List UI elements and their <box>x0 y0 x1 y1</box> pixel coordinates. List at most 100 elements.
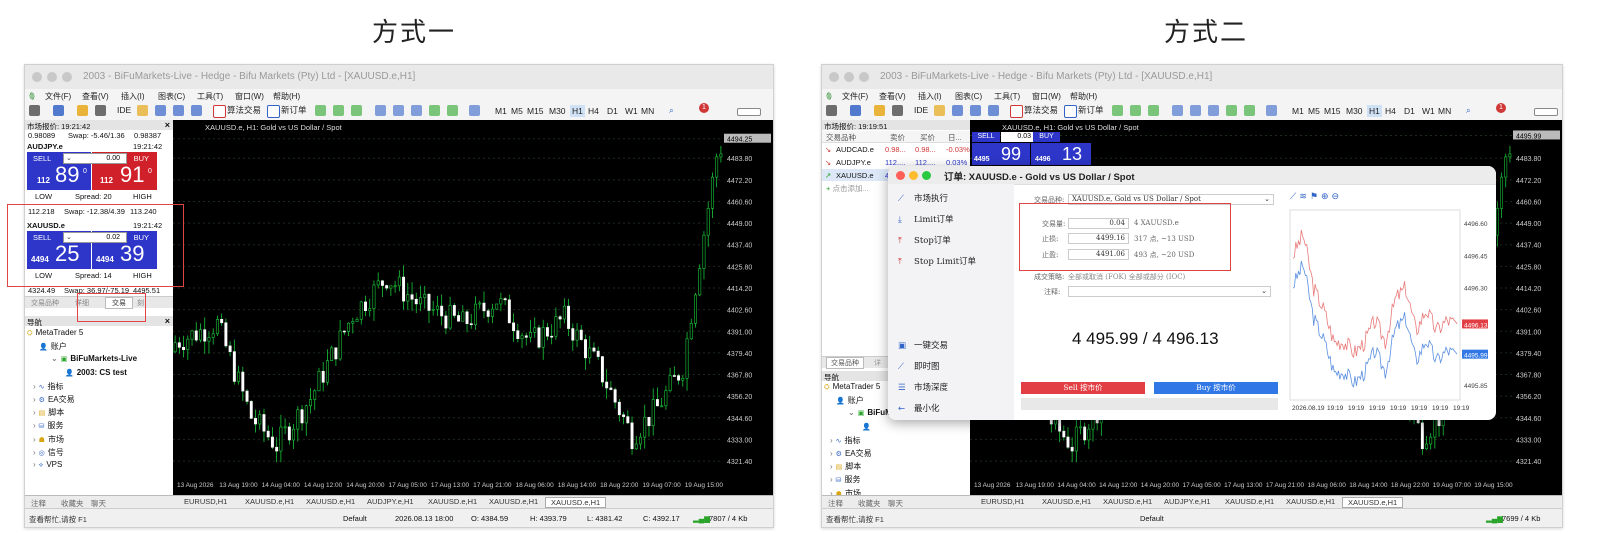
chart-tab[interactable]: XAUUSD.e,H1 <box>1342 497 1404 508</box>
navigator-item[interactable]: › ∿ 指标 <box>33 381 64 392</box>
timeframe-m30[interactable]: M30 <box>547 105 568 117</box>
timeframe-m1[interactable]: M1 <box>1290 105 1306 117</box>
menu-item[interactable]: 插入(I) <box>918 91 942 102</box>
order-type-limit[interactable]: ⤓ Limit订单 <box>898 213 954 225</box>
close-icon[interactable]: × <box>165 120 170 130</box>
column-daily-change[interactable]: 日... <box>948 132 962 143</box>
navigator-item[interactable]: › ⛁ 服务 <box>33 420 64 431</box>
template-icon[interactable] <box>850 105 861 116</box>
new-order-icon[interactable] <box>1064 105 1077 118</box>
column-ask[interactable]: 买价 <box>920 132 935 143</box>
algo-trading-button[interactable]: 算法交易 <box>1024 104 1058 117</box>
navigator-item[interactable]: › ▤ 脚本 <box>830 461 861 472</box>
timeframe-mn[interactable]: MN <box>1436 105 1453 117</box>
order-type-stop[interactable]: ⤒ Stop订单 <box>898 234 951 246</box>
lot-input[interactable]: ⌄ 0.00 <box>63 153 127 164</box>
timeframe-d1[interactable]: D1 <box>1402 105 1417 117</box>
fill-policy-select[interactable]: 全部或取消 (FOK) 全部或部分 (IOC) <box>1068 272 1185 282</box>
timeframe-h4[interactable]: H4 <box>586 105 601 117</box>
gold-icon[interactable] <box>874 105 885 116</box>
notification-badge[interactable]: 1 <box>699 103 709 113</box>
chart-type-icon[interactable] <box>826 105 837 116</box>
screenshot-icon[interactable] <box>1266 105 1277 116</box>
lot-input[interactable]: 0.03 <box>1001 132 1033 142</box>
timeframe-w1[interactable]: W1 <box>1420 105 1437 117</box>
market-watch-row[interactable]: ↘ AUDCAD.e 0.98... 0.98... -0.03% <box>822 143 970 155</box>
nav-icon[interactable] <box>952 105 963 116</box>
grid-icon[interactable] <box>1208 105 1219 116</box>
chart-tab[interactable]: XAUUSD.e,H1 <box>423 497 482 506</box>
tools-icon[interactable] <box>892 105 903 116</box>
menu-item[interactable]: 插入(I) <box>121 91 145 102</box>
timeframe-w1[interactable]: W1 <box>623 105 640 117</box>
timeframe-m5[interactable]: M5 <box>509 105 525 117</box>
bars-icon[interactable] <box>333 105 344 116</box>
chart-tab[interactable]: XAUUSD.e,H1 <box>484 497 543 506</box>
navigator-item[interactable]: ⌄ ▣ BiFuMarkets-Live <box>51 354 137 363</box>
menu-item[interactable]: 图表(C) <box>955 91 982 102</box>
autoscroll-icon[interactable] <box>429 105 440 116</box>
navigator-item[interactable]: 👤 账户 <box>836 395 864 406</box>
zoom-out-icon[interactable] <box>393 105 404 116</box>
sell-quote[interactable]: 4495 99 <box>972 143 1030 165</box>
bid-ask-icon[interactable]: ≋ <box>1299 191 1310 201</box>
zoom-out-icon[interactable]: ⊖ <box>1331 191 1342 201</box>
window-icon[interactable] <box>970 105 981 116</box>
buy-market-button[interactable]: Buy 按市价 <box>1154 382 1278 394</box>
tick-chart-item[interactable]: ⟋ 即时图 <box>898 360 940 372</box>
chart-tab[interactable]: XAUUSD.e,H1 <box>1281 497 1340 506</box>
navigator-item[interactable]: › ∿ 指标 <box>830 435 861 446</box>
price-chart[interactable]: 4494.25 4483.80 4472.20 4460.60 4449.00 4437.… <box>173 120 773 495</box>
menu-item[interactable]: 窗口(W) <box>1032 91 1061 102</box>
menu-item[interactable]: 工具(T) <box>197 91 223 102</box>
ea-icon[interactable] <box>191 105 202 116</box>
zoom-dialog-button[interactable] <box>922 171 931 180</box>
close-dialog-button[interactable] <box>896 171 905 180</box>
timeframe-m15[interactable]: M15 <box>525 105 546 117</box>
template-icon[interactable] <box>53 105 64 116</box>
timeframe-h4[interactable]: H4 <box>1383 105 1398 117</box>
search-icon[interactable]: ⌕ <box>669 104 674 117</box>
candles-icon[interactable] <box>1148 105 1159 116</box>
minimize-window-button[interactable] <box>47 72 57 82</box>
navigator-item[interactable]: ›☗市场 <box>33 434 64 445</box>
market-depth-item[interactable]: ☰ 市场深度 <box>898 381 948 393</box>
comment-input[interactable]: ⌄ <box>1068 286 1271 297</box>
flag-icon[interactable]: ⚑ <box>1310 191 1321 201</box>
minimize-window-button[interactable] <box>844 72 854 82</box>
navigator-item[interactable]: ⛭ MetaTrader 5 <box>824 382 880 392</box>
grid-icon[interactable] <box>411 105 422 116</box>
zoom-out-icon[interactable] <box>1190 105 1201 116</box>
lock-icon[interactable] <box>137 105 148 116</box>
shift-icon[interactable] <box>1244 105 1255 116</box>
search-icon[interactable]: ⌕ <box>1466 104 1471 117</box>
timeframe-h1[interactable]: H1 <box>570 105 585 117</box>
new-order-button[interactable]: 新订单 <box>1078 104 1104 117</box>
menu-item[interactable]: 工具(T) <box>994 91 1020 102</box>
chart-tab[interactable]: XAUUSD.e,H1 <box>545 497 607 508</box>
gold-icon[interactable] <box>77 105 88 116</box>
zoom-in-icon[interactable]: ⊕ <box>1321 191 1332 201</box>
column-bid[interactable]: 卖价 <box>890 132 905 143</box>
order-type-stop-limit[interactable]: ⤒ Stop Limit订单 <box>898 255 976 267</box>
timeframe-h1[interactable]: H1 <box>1367 105 1382 117</box>
ea-icon[interactable] <box>988 105 999 116</box>
buy-sell-icon[interactable] <box>315 105 326 116</box>
minimize-dialog-button[interactable] <box>909 171 918 180</box>
tab-details[interactable]: 详 <box>874 358 881 368</box>
lock-icon[interactable] <box>934 105 945 116</box>
algo-trading-icon[interactable] <box>1010 105 1023 118</box>
navigator-item[interactable]: › ⚙ EA交易 <box>830 448 872 459</box>
autoscroll-icon[interactable] <box>1226 105 1237 116</box>
screenshot-icon[interactable] <box>469 105 480 116</box>
tab-symbols[interactable]: 交易品种 <box>826 357 864 369</box>
new-order-icon[interactable] <box>267 105 280 118</box>
chart-tab[interactable]: AUDJPY.e,H1 <box>1159 497 1216 506</box>
chart-tab[interactable]: XAUUSD.e,H1 <box>1037 497 1096 506</box>
chart-type-icon[interactable] <box>29 105 40 116</box>
menu-item[interactable]: 查看(V) <box>879 91 906 102</box>
ide-button[interactable]: IDE <box>117 104 131 117</box>
chart-tab[interactable]: EURUSD,H1 <box>179 497 232 506</box>
shift-icon[interactable] <box>447 105 458 116</box>
algo-trading-button[interactable]: 算法交易 <box>227 104 261 117</box>
